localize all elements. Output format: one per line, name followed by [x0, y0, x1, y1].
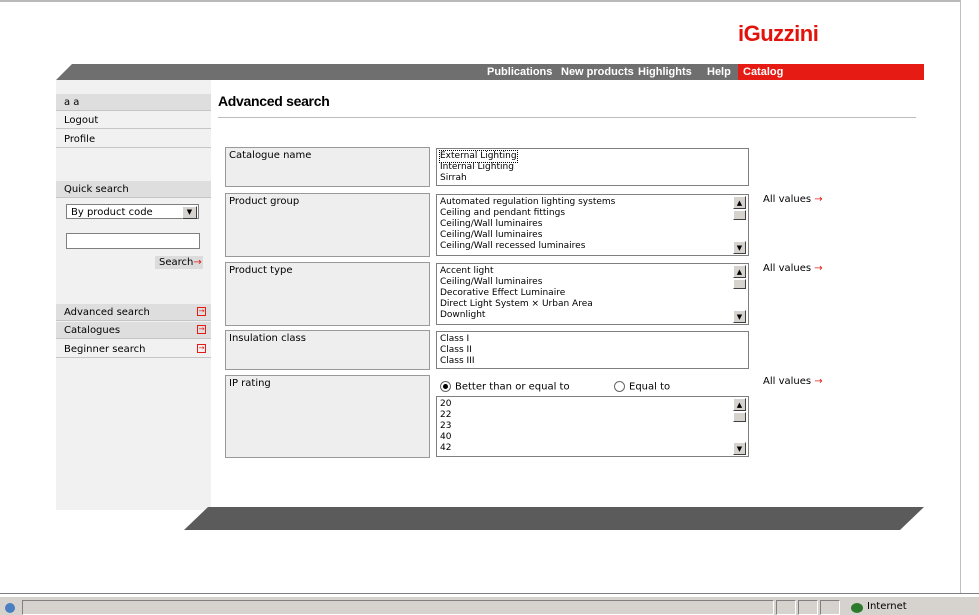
scroll-thumb[interactable] — [733, 412, 746, 422]
radio-label: Equal to — [629, 381, 671, 393]
quick-search-heading: Quick search — [56, 181, 211, 198]
scroll-thumb[interactable] — [733, 279, 746, 289]
all-values-link-ip-rating[interactable]: All values → — [763, 376, 823, 387]
list-item[interactable]: Class III — [440, 356, 745, 367]
radio-equal-to[interactable]: Equal to — [614, 381, 670, 393]
nav-publications[interactable]: Publications — [487, 66, 552, 78]
list-item[interactable]: Accent light — [440, 266, 745, 277]
radio-icon — [614, 381, 625, 392]
status-panel — [798, 600, 818, 615]
radio-better-than-or-equal[interactable]: Better than or equal to — [440, 381, 570, 393]
scroll-down-icon[interactable]: ▼ — [733, 442, 746, 455]
all-values-link-product-group[interactable]: All values → — [763, 194, 823, 205]
status-text-panel — [22, 600, 774, 615]
nav-catalog[interactable]: Catalog — [743, 66, 783, 78]
scroll-up-icon[interactable]: ▲ — [733, 265, 746, 278]
product-type-label: Product type — [225, 262, 430, 326]
ip-rating-listbox[interactable]: 20 22 23 40 42 — [436, 396, 749, 457]
footer-bar — [184, 507, 924, 530]
list-item[interactable]: 42 — [440, 443, 745, 454]
quick-search-button[interactable]: Search→ — [155, 256, 203, 269]
status-panel — [776, 600, 796, 615]
list-item[interactable]: 23 — [440, 421, 745, 432]
nav-new-products[interactable]: New products — [561, 66, 634, 78]
quick-search-select[interactable]: By product code ▼ — [66, 204, 199, 219]
insulation-class-label: Insulation class — [225, 330, 430, 370]
profile-link[interactable]: Profile — [56, 131, 211, 148]
catalogue-name-listbox[interactable]: External Lighting Internal Lighting Sirr… — [436, 148, 749, 186]
vertical-scrollbar[interactable] — [960, 0, 979, 593]
internet-zone-icon — [851, 603, 863, 613]
quick-search-select-value: By product code — [71, 207, 153, 218]
sidebar-item-label: Beginner search — [64, 344, 146, 355]
list-item[interactable]: Class II — [440, 345, 745, 356]
status-panel — [820, 600, 840, 615]
scroll-up-icon[interactable]: ▲ — [733, 196, 746, 209]
product-group-listbox[interactable]: Automated regulation lighting systems Ce… — [436, 194, 749, 256]
list-item[interactable]: Ceiling and pendant fittings — [440, 208, 745, 219]
all-values-label: All values — [763, 263, 812, 274]
all-values-label: All values — [763, 194, 812, 205]
sidebar-item-label: Catalogues — [64, 325, 121, 336]
list-item[interactable]: 20 — [440, 399, 745, 410]
list-item[interactable]: Decorative Effect Luminaire — [440, 288, 745, 299]
scroll-up-icon[interactable]: ▲ — [733, 398, 746, 411]
list-item[interactable]: Internal Lighting — [440, 162, 745, 173]
list-item[interactable]: External Lighting — [439, 150, 745, 163]
sidebar-item-beginner-search[interactable]: Beginner search — [56, 341, 211, 358]
insulation-class-listbox[interactable]: Class I Class II Class III — [436, 331, 749, 369]
list-item[interactable]: Class I — [440, 334, 745, 345]
list-item[interactable]: Ceiling/Wall luminaires — [440, 277, 745, 288]
radio-selected-icon — [440, 381, 451, 392]
ip-rating-label: IP rating — [225, 375, 430, 458]
quick-search-input[interactable] — [66, 233, 200, 249]
sidebar-item-advanced-search[interactable]: Advanced search — [56, 304, 211, 321]
radio-label: Better than or equal to — [455, 381, 570, 393]
list-item[interactable]: 40 — [440, 432, 745, 443]
font-size-toggle[interactable]: a a — [56, 94, 211, 111]
all-values-label: All values — [763, 376, 812, 387]
chevron-down-icon[interactable]: ▼ — [182, 206, 197, 219]
arrow-box-icon — [197, 344, 206, 353]
scroll-down-icon[interactable]: ▼ — [733, 241, 746, 254]
list-item[interactable]: Sirrah — [440, 173, 745, 184]
list-item[interactable]: Downlight — [440, 310, 745, 321]
title-divider — [218, 117, 916, 118]
product-type-listbox[interactable]: Accent light Ceiling/Wall luminaires Dec… — [436, 263, 749, 325]
list-item[interactable]: Direct Light System × Urban Area — [440, 299, 745, 310]
arrow-right-icon: → — [814, 263, 823, 274]
arrow-box-icon — [197, 325, 206, 334]
search-button-label: Search — [159, 257, 194, 268]
nav-help[interactable]: Help — [707, 66, 731, 78]
arrow-box-icon — [197, 307, 206, 316]
list-item[interactable]: Ceiling/Wall luminaires — [440, 230, 745, 241]
logout-link[interactable]: Logout — [56, 112, 211, 129]
page-icon — [5, 603, 15, 613]
scroll-down-icon[interactable]: ▼ — [733, 310, 746, 323]
catalogue-name-label: Catalogue name — [225, 147, 430, 187]
sidebar-item-label: Advanced search — [64, 307, 150, 318]
window-top-border — [0, 0, 979, 2]
product-group-label: Product group — [225, 193, 430, 257]
all-values-link-product-type[interactable]: All values → — [763, 263, 823, 274]
sidebar-item-catalogues[interactable]: Catalogues — [56, 322, 211, 339]
arrow-right-icon: → — [193, 257, 202, 268]
nav-highlights[interactable]: Highlights — [638, 66, 692, 78]
arrow-right-icon: → — [814, 194, 823, 205]
scroll-thumb[interactable] — [733, 210, 746, 220]
list-item[interactable]: Automated regulation lighting systems — [440, 197, 745, 208]
arrow-right-icon: → — [814, 376, 823, 387]
zone-label: Internet — [867, 601, 907, 612]
list-item[interactable]: 22 — [440, 410, 745, 421]
list-item[interactable]: Ceiling/Wall luminaires — [440, 219, 745, 230]
list-item[interactable]: Ceiling/Wall recessed luminaires — [440, 241, 745, 252]
brand-logo[interactable]: iGuzzini — [738, 21, 819, 47]
page-title: Advanced search — [218, 93, 330, 109]
